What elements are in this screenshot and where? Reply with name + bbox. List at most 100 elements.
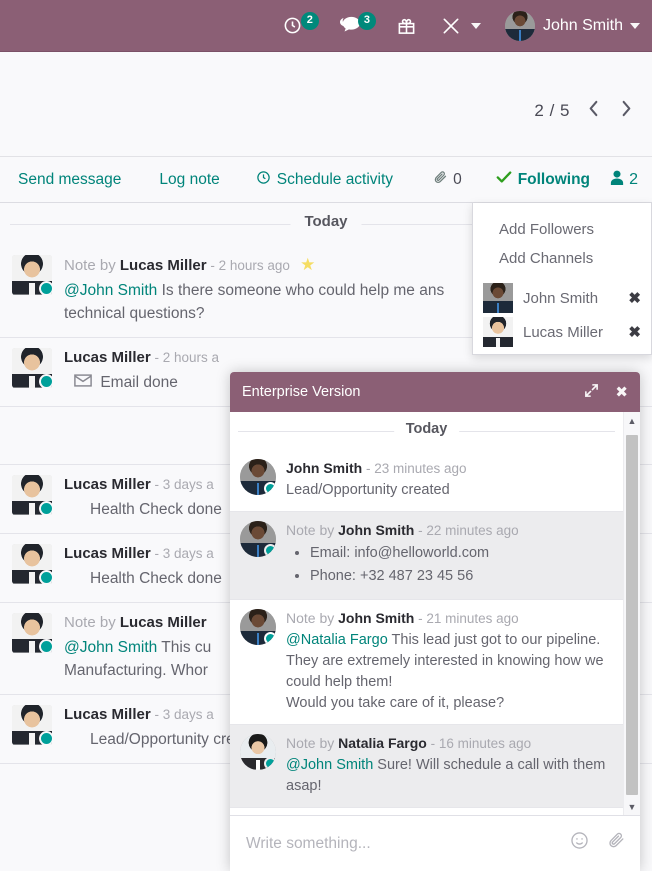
message-author: Natalia Fargo (338, 735, 427, 751)
chat-input[interactable] (244, 834, 552, 854)
check-icon (496, 170, 512, 189)
message-text: Is there someone who could help me ans (157, 282, 444, 299)
mention[interactable]: @John Smith (286, 757, 373, 773)
close-icon[interactable]: ✖ (628, 323, 641, 341)
user-icon (610, 170, 624, 190)
day-separator-label: Today (394, 421, 460, 437)
followers-count: 2 (629, 171, 638, 189)
close-icon[interactable]: ✖ (628, 289, 641, 307)
top-navbar: 2 3 (0, 0, 652, 52)
day-separator-label: Today (290, 213, 361, 230)
add-channels-item[interactable]: Add Channels (473, 244, 651, 273)
activity-badge: 2 (301, 12, 319, 30)
chat-message-item[interactable]: Note by John Smith - 22 minutes ago Emai… (230, 512, 623, 600)
clock-icon (256, 170, 271, 190)
chat-message-item[interactable]: John Smith - 23 minutes ago Lead/Opportu… (230, 450, 623, 512)
user-menu-label: John Smith (543, 17, 623, 35)
star-icon[interactable]: ★ (300, 255, 315, 274)
avatar (483, 317, 513, 347)
follower-row[interactable]: Lucas Miller ✖ (473, 315, 651, 349)
online-dot (39, 570, 52, 584)
pager-next-button[interactable] (617, 100, 636, 121)
message-prefix: Note by (64, 614, 120, 631)
pager: 2 / 5 (534, 100, 636, 121)
message-author: Lucas Miller (64, 349, 151, 366)
close-icon[interactable]: ✖ (615, 383, 628, 401)
paperclip-icon[interactable] (607, 831, 626, 856)
caret-down-icon[interactable]: ▼ (624, 798, 640, 815)
scrollbar-track[interactable] (624, 429, 640, 798)
online-dot (39, 501, 52, 515)
record-header: 2 / 5 (0, 52, 652, 157)
message-author: Lucas Miller (120, 257, 207, 274)
online-dot (39, 639, 52, 653)
following-button[interactable]: Following (496, 170, 590, 189)
avatar (12, 544, 52, 584)
message-bullet: Email: info@helloworld.com (310, 543, 613, 564)
send-message-button[interactable]: Send message (18, 171, 121, 189)
gift-button[interactable] (394, 13, 420, 39)
mention[interactable]: @John Smith (64, 639, 157, 656)
follower-name: Lucas Miller (523, 324, 628, 341)
avatar (12, 613, 52, 653)
caret-up-icon[interactable]: ▲ (624, 412, 640, 429)
messages-badge: 3 (358, 12, 376, 30)
chat-message-item[interactable]: Note by Natalia Fargo - 16 minutes ago @… (230, 725, 623, 808)
pager-prev-button[interactable] (584, 100, 603, 121)
schedule-activity-button[interactable]: Schedule activity (256, 170, 393, 190)
message-bullet: Phone: +32 487 23 45 56 (310, 566, 613, 587)
online-dot (264, 482, 276, 495)
follower-name: John Smith (523, 290, 628, 307)
chat-scrollbar[interactable]: ▲ ▼ (623, 412, 640, 815)
wrench-screwdriver-icon (438, 13, 464, 39)
message-text-line2: Would you take care of it, please? (286, 693, 613, 714)
message-author: Lucas Miller (64, 476, 151, 493)
chatter-toolbar: Send message Log note Schedule activity … (0, 157, 652, 203)
log-note-button[interactable]: Log note (159, 171, 219, 189)
user-menu[interactable]: John Smith (505, 11, 640, 41)
envelope-icon (74, 374, 96, 391)
messages-menu[interactable]: 3 (337, 13, 376, 39)
online-dot (39, 374, 52, 388)
add-followers-item[interactable]: Add Followers (473, 215, 651, 244)
avatar (12, 348, 52, 388)
chat-window-title: Enterprise Version (242, 384, 568, 400)
message-prefix: Note by (286, 610, 338, 626)
chat-scroll-area: Today John Smith - 23 minutes ago Lead/O… (230, 412, 623, 815)
chat-composer (230, 815, 640, 871)
message-time: - 3 days a (151, 477, 214, 492)
message-time: - 23 minutes ago (362, 461, 466, 476)
app-root: 2 3 (0, 0, 652, 871)
mention[interactable]: @Natalia Fargo (286, 632, 388, 648)
chat-message-item[interactable]: Note by John Smith - 21 minutes ago @Nat… (230, 600, 623, 725)
pager-count: 2 / 5 (534, 101, 570, 121)
followers-count-button[interactable]: 2 (610, 170, 638, 190)
message-time: - 3 days a (151, 546, 214, 561)
avatar (12, 475, 52, 515)
message-author: John Smith (338, 610, 414, 626)
online-dot (39, 281, 52, 295)
avatar (12, 255, 52, 295)
gift-icon (394, 13, 420, 39)
chat-window-header[interactable]: Enterprise Version ✖ (230, 372, 640, 412)
tools-menu[interactable] (438, 13, 481, 39)
chat-window: Enterprise Version ✖ Today John Sm (230, 372, 640, 871)
avatar (240, 459, 276, 495)
scrollbar-thumb[interactable] (626, 435, 638, 795)
schedule-activity-label: Schedule activity (277, 171, 393, 189)
message-time: - 22 minutes ago (414, 523, 518, 538)
day-separator: Today (230, 412, 623, 450)
follower-row[interactable]: John Smith ✖ (473, 281, 651, 315)
message-time: - 2 hours a (151, 350, 219, 365)
smiley-icon[interactable] (570, 831, 589, 856)
attachments-button[interactable]: 0 (433, 170, 462, 190)
message-author: Lucas Miller (64, 706, 151, 723)
mention[interactable]: @John Smith (64, 282, 157, 299)
activity-menu[interactable]: 2 (280, 13, 319, 39)
online-dot (39, 731, 52, 745)
expand-icon[interactable] (584, 383, 599, 402)
followers-dropdown: Add Followers Add Channels John Smith ✖ … (472, 203, 652, 355)
message-text: This cu (157, 639, 211, 656)
message-prefix: Note by (286, 735, 338, 751)
message-time: - 16 minutes ago (427, 736, 531, 751)
